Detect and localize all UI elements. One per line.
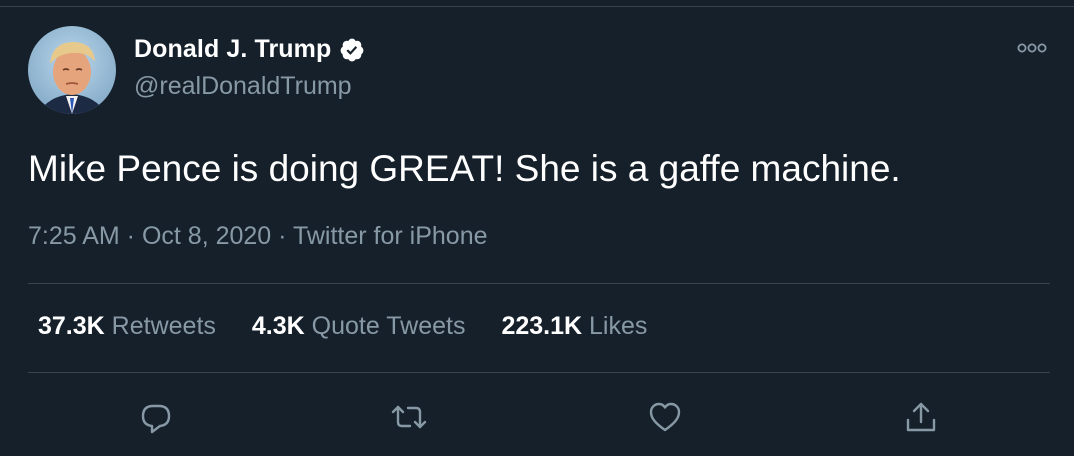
tweet-source[interactable]: Twitter for iPhone — [293, 222, 488, 250]
author-display-name[interactable]: Donald J. Trump — [134, 35, 331, 64]
quotes-count: 4.3K — [251, 312, 305, 340]
verified-badge-icon — [339, 37, 365, 63]
author-handle[interactable]: @realDonaldTrump — [134, 72, 352, 101]
author-display-name-row[interactable]: Donald J. Trump — [134, 35, 365, 64]
top-divider — [0, 6, 1074, 7]
stats-top-divider — [28, 283, 1050, 284]
meta-separator: · — [271, 222, 293, 250]
share-icon[interactable] — [901, 397, 941, 437]
retweets-stat[interactable]: 37.3K Retweets — [38, 312, 216, 341]
likes-count: 223.1K — [501, 312, 583, 340]
meta-separator: · — [119, 222, 142, 250]
retweets-label: Retweets — [111, 312, 216, 340]
like-icon[interactable] — [645, 397, 685, 437]
tweet-date[interactable]: Oct 8, 2020 — [142, 222, 271, 250]
tweet-text: Mike Pence is doing GREAT! She is a gaff… — [28, 148, 901, 189]
likes-label: Likes — [589, 312, 648, 340]
retweet-icon[interactable] — [389, 397, 429, 437]
avatar[interactable] — [28, 26, 116, 114]
tweet-metadata: 7:25 AM · Oct 8, 2020 · Twitter for iPho… — [28, 222, 488, 251]
retweets-count: 37.3K — [38, 312, 105, 340]
quotes-label: Quote Tweets — [311, 312, 466, 340]
more-options-icon[interactable] — [1016, 38, 1048, 58]
action-bar — [0, 397, 1074, 439]
reply-icon[interactable] — [136, 397, 176, 437]
likes-stat[interactable]: 223.1K Likes — [501, 312, 647, 341]
stats-bottom-divider — [28, 372, 1050, 373]
tweet-time[interactable]: 7:25 AM — [28, 222, 120, 250]
engagement-stats: 37.3K Retweets 4.3K Quote Tweets 223.1K … — [38, 312, 647, 341]
quote-tweets-stat[interactable]: 4.3K Quote Tweets — [252, 312, 466, 341]
